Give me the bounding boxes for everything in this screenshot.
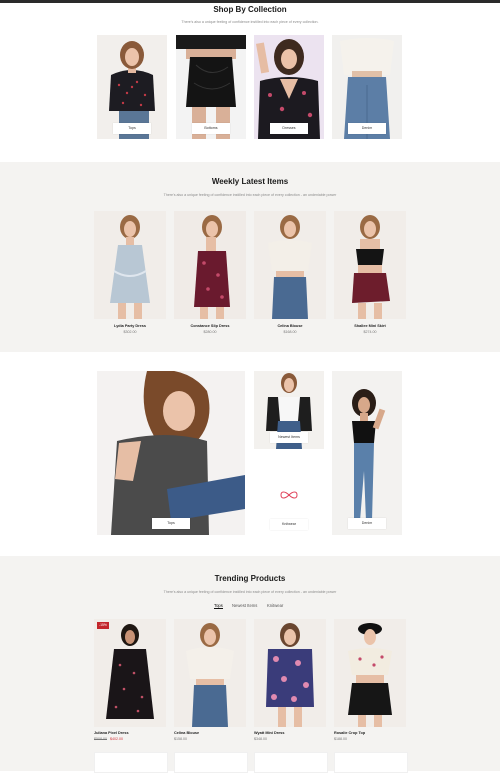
collection-title: Shop By Collection <box>213 5 287 14</box>
banner-label-denim[interactable]: Denim <box>348 518 386 529</box>
product-price: $302.00 <box>123 330 137 334</box>
collection-label-dresses[interactable]: Dresses <box>270 123 308 134</box>
product-image-celina-blouse <box>186 623 234 727</box>
banner-tops[interactable]: Tops <box>97 371 245 535</box>
trending-title: Trending Products <box>214 574 286 583</box>
weekly-subtitle: There's also a unique feeling of confide… <box>163 193 337 197</box>
product-name[interactable]: Lydia Party Dress <box>94 324 166 328</box>
product-name[interactable]: Rosalie Crop Top <box>334 731 365 735</box>
tab-tops[interactable]: Tops <box>214 603 223 609</box>
product-card-lydia[interactable] <box>94 211 166 319</box>
product-price: $280.00 <box>203 330 217 334</box>
product-image-rosalie <box>348 623 392 727</box>
product-image-constance <box>194 215 230 319</box>
product-price: $274.00 <box>363 330 377 334</box>
collection-label-denim[interactable]: Denim <box>348 123 386 134</box>
collection-tile-tops[interactable]: Tops <box>97 35 167 139</box>
product-name[interactable]: Constance Slip Dress <box>174 324 246 328</box>
trending-card-wyatt[interactable] <box>254 619 326 727</box>
product-image-lydia <box>110 215 150 319</box>
product-image-juliana <box>106 624 154 719</box>
product-price: $348.00 <box>254 737 267 741</box>
product-price: $158.00 <box>174 737 187 741</box>
product-name[interactable]: Celina Blouse <box>174 731 199 735</box>
tab-newest-items[interactable]: Newest Items <box>232 603 257 608</box>
weekly-section <box>0 162 500 352</box>
product-card-placeholder <box>174 752 248 773</box>
collection-label-tops[interactable]: Tops <box>113 123 151 134</box>
product-card-celina[interactable] <box>254 211 326 319</box>
product-image-shallee <box>352 215 390 319</box>
product-card-placeholder <box>94 752 168 773</box>
product-image-celina <box>268 215 312 319</box>
top-bar <box>0 0 500 3</box>
sale-price: $402.00 <box>110 737 123 741</box>
old-price: $508.00 <box>94 737 107 741</box>
banner-knitwear[interactable]: Knitwear <box>254 458 324 535</box>
product-name[interactable]: Celina Blouse <box>254 324 326 328</box>
model-banner-image <box>111 371 245 535</box>
product-name[interactable]: Wyatt Mini Dress <box>254 731 285 735</box>
discount-badge: -15% <box>97 622 109 629</box>
product-card-placeholder <box>254 752 328 773</box>
collection-subtitle: There's also a unique feeling of confide… <box>181 20 319 24</box>
banner-label-tops[interactable]: Tops <box>152 518 190 529</box>
weekly-title: Weekly Latest Items <box>211 177 289 186</box>
product-card-shallee[interactable] <box>334 211 406 319</box>
model-denim-banner-image <box>352 389 386 521</box>
banner-newest[interactable]: Newest Items <box>254 371 324 449</box>
product-name[interactable]: Juliana Pixel Dress <box>94 731 129 735</box>
collection-tile-denim[interactable]: Denim <box>332 35 402 139</box>
trending-card-juliana[interactable]: -15% <box>94 619 166 727</box>
tab-knitwear[interactable]: Knitwear <box>267 603 283 608</box>
product-price: $508.00 $402.00 <box>94 737 123 741</box>
product-card-placeholder <box>334 752 408 773</box>
collection-label-bottoms[interactable]: Bottoms <box>192 123 230 134</box>
banner-label-knitwear[interactable]: Knitwear <box>270 519 308 530</box>
trending-card-rosalie[interactable] <box>334 619 406 727</box>
trending-section <box>0 556 500 771</box>
banner-label-newest[interactable]: Newest Items <box>270 432 308 443</box>
product-image-wyatt <box>266 623 314 727</box>
trending-card-celina[interactable] <box>174 619 246 727</box>
product-price: $168.00 <box>283 330 297 334</box>
trending-subtitle: There's also a unique feeling of confide… <box>163 590 337 594</box>
product-card-constance[interactable] <box>174 211 246 319</box>
product-price: $188.00 <box>334 737 347 741</box>
collection-tile-dresses[interactable]: Dresses <box>254 35 324 139</box>
product-name[interactable]: Shallee Mini Skirt <box>334 324 406 328</box>
banner-denim[interactable]: Denim <box>332 371 402 535</box>
collection-tile-bottoms[interactable]: Bottoms <box>176 35 246 139</box>
